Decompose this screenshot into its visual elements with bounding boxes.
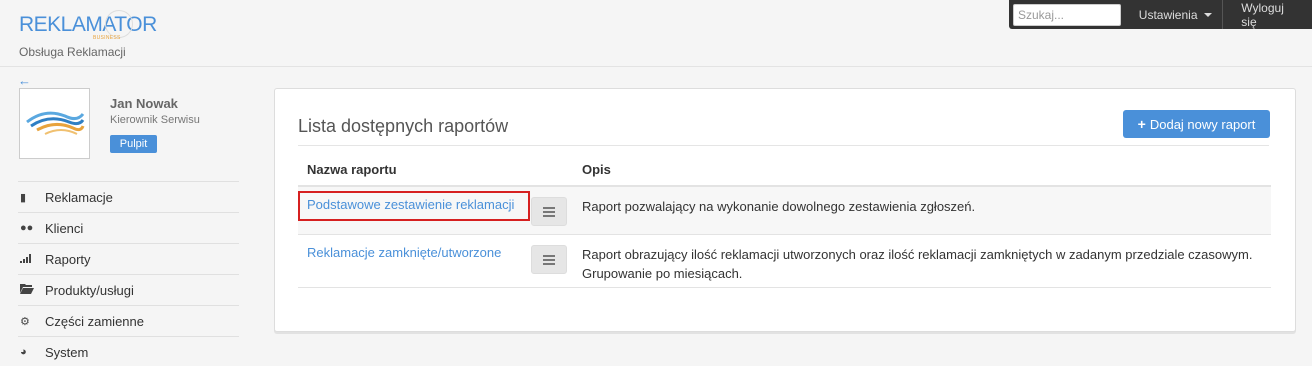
avatar: [19, 88, 90, 159]
table-row: Podstawowe zestawienie reklamacji Raport…: [298, 187, 1271, 235]
dashboard-icon: ◕: [20, 346, 27, 358]
header-divider: [0, 66, 1312, 67]
sidebar-nav: ▮ Reklamacje ●● Klienci Raporty Produkty…: [18, 181, 239, 366]
report-menu-button[interactable]: [531, 197, 567, 226]
book-icon: ▮: [20, 191, 27, 204]
gear-icon: ⚙: [20, 315, 30, 328]
add-report-button[interactable]: + Dodaj nowy raport: [1123, 110, 1270, 138]
logout-button[interactable]: Wyloguj się: [1223, 0, 1312, 29]
column-header-description: Opis: [582, 161, 611, 177]
user-name: Jan Nowak: [110, 96, 178, 111]
selection-highlight: [298, 191, 530, 221]
report-link[interactable]: Reklamacje zamknięte/utworzone: [307, 245, 501, 260]
sidebar-item-label: Klienci: [45, 220, 84, 236]
logo-circle: [105, 10, 133, 38]
back-arrow-icon[interactable]: ←: [18, 73, 31, 88]
signal-bars-icon: [18, 253, 45, 266]
title-divider: [298, 145, 1269, 146]
add-report-label: Dodaj nowy raport: [1149, 116, 1256, 132]
reports-panel: Lista dostępnych raportów + Dodaj nowy r…: [274, 88, 1296, 332]
report-description: Raport obrazujący ilość reklamacji utwor…: [582, 247, 1253, 281]
report-name-cell: Reklamacje zamknięte/utworzone: [298, 235, 582, 287]
sidebar-item-reklamacje[interactable]: ▮ Reklamacje: [18, 181, 239, 212]
report-name-cell: Podstawowe zestawienie reklamacji: [298, 187, 582, 234]
settings-label: Ustawienia: [1138, 7, 1198, 22]
caret-down-icon: [1203, 12, 1212, 17]
sidebar-item-label: Produkty/usługi: [45, 282, 134, 298]
brand-caption: Obsługa Reklamacji: [19, 45, 126, 59]
sidebar-item-label: Reklamacje: [45, 189, 113, 205]
search-input[interactable]: [1013, 3, 1121, 26]
reports-table: Nazwa raportu Opis Podstawowe zestawieni…: [298, 153, 1271, 288]
sidebar-item-label: System: [45, 344, 89, 360]
top-navbar: Ustawienia Wyloguj się: [1009, 0, 1312, 29]
company-logo-icon: [26, 111, 85, 135]
sidebar-item-label: Części zamienne: [45, 313, 144, 329]
plus-icon: +: [1137, 116, 1146, 132]
brand-logo[interactable]: REKLAMATOR BUSINESS: [19, 10, 157, 41]
folder-open-icon: [18, 283, 45, 297]
dashboard-button[interactable]: Pulpit: [110, 135, 157, 153]
table-row: Reklamacje zamknięte/utworzone Raport ob…: [298, 235, 1271, 288]
page-title: Lista dostępnych raportów: [298, 116, 509, 136]
settings-dropdown[interactable]: Ustawienia: [1128, 0, 1222, 29]
sidebar-item-label: Raporty: [45, 251, 91, 267]
logo-subtext: BUSINESS: [93, 35, 121, 41]
user-role: Kierownik Serwisu: [110, 114, 200, 126]
table-header: Nazwa raportu Opis: [298, 153, 1271, 187]
sidebar-item-raporty[interactable]: Raporty: [18, 243, 239, 274]
column-header-name: Nazwa raportu: [307, 161, 397, 177]
sidebar-item-system[interactable]: ◕ System: [18, 336, 239, 366]
sidebar-item-czesci[interactable]: ⚙ Części zamienne: [18, 305, 239, 336]
sidebar-item-produkty[interactable]: Produkty/usługi: [18, 274, 239, 305]
users-icon: ●●: [20, 222, 34, 234]
sidebar-item-klienci[interactable]: ●● Klienci: [18, 212, 239, 243]
report-description: Raport pozwalający na wykonanie dowolneg…: [582, 199, 976, 214]
logo-text: REKLAMATOR: [19, 13, 157, 36]
report-menu-button[interactable]: [531, 245, 567, 274]
